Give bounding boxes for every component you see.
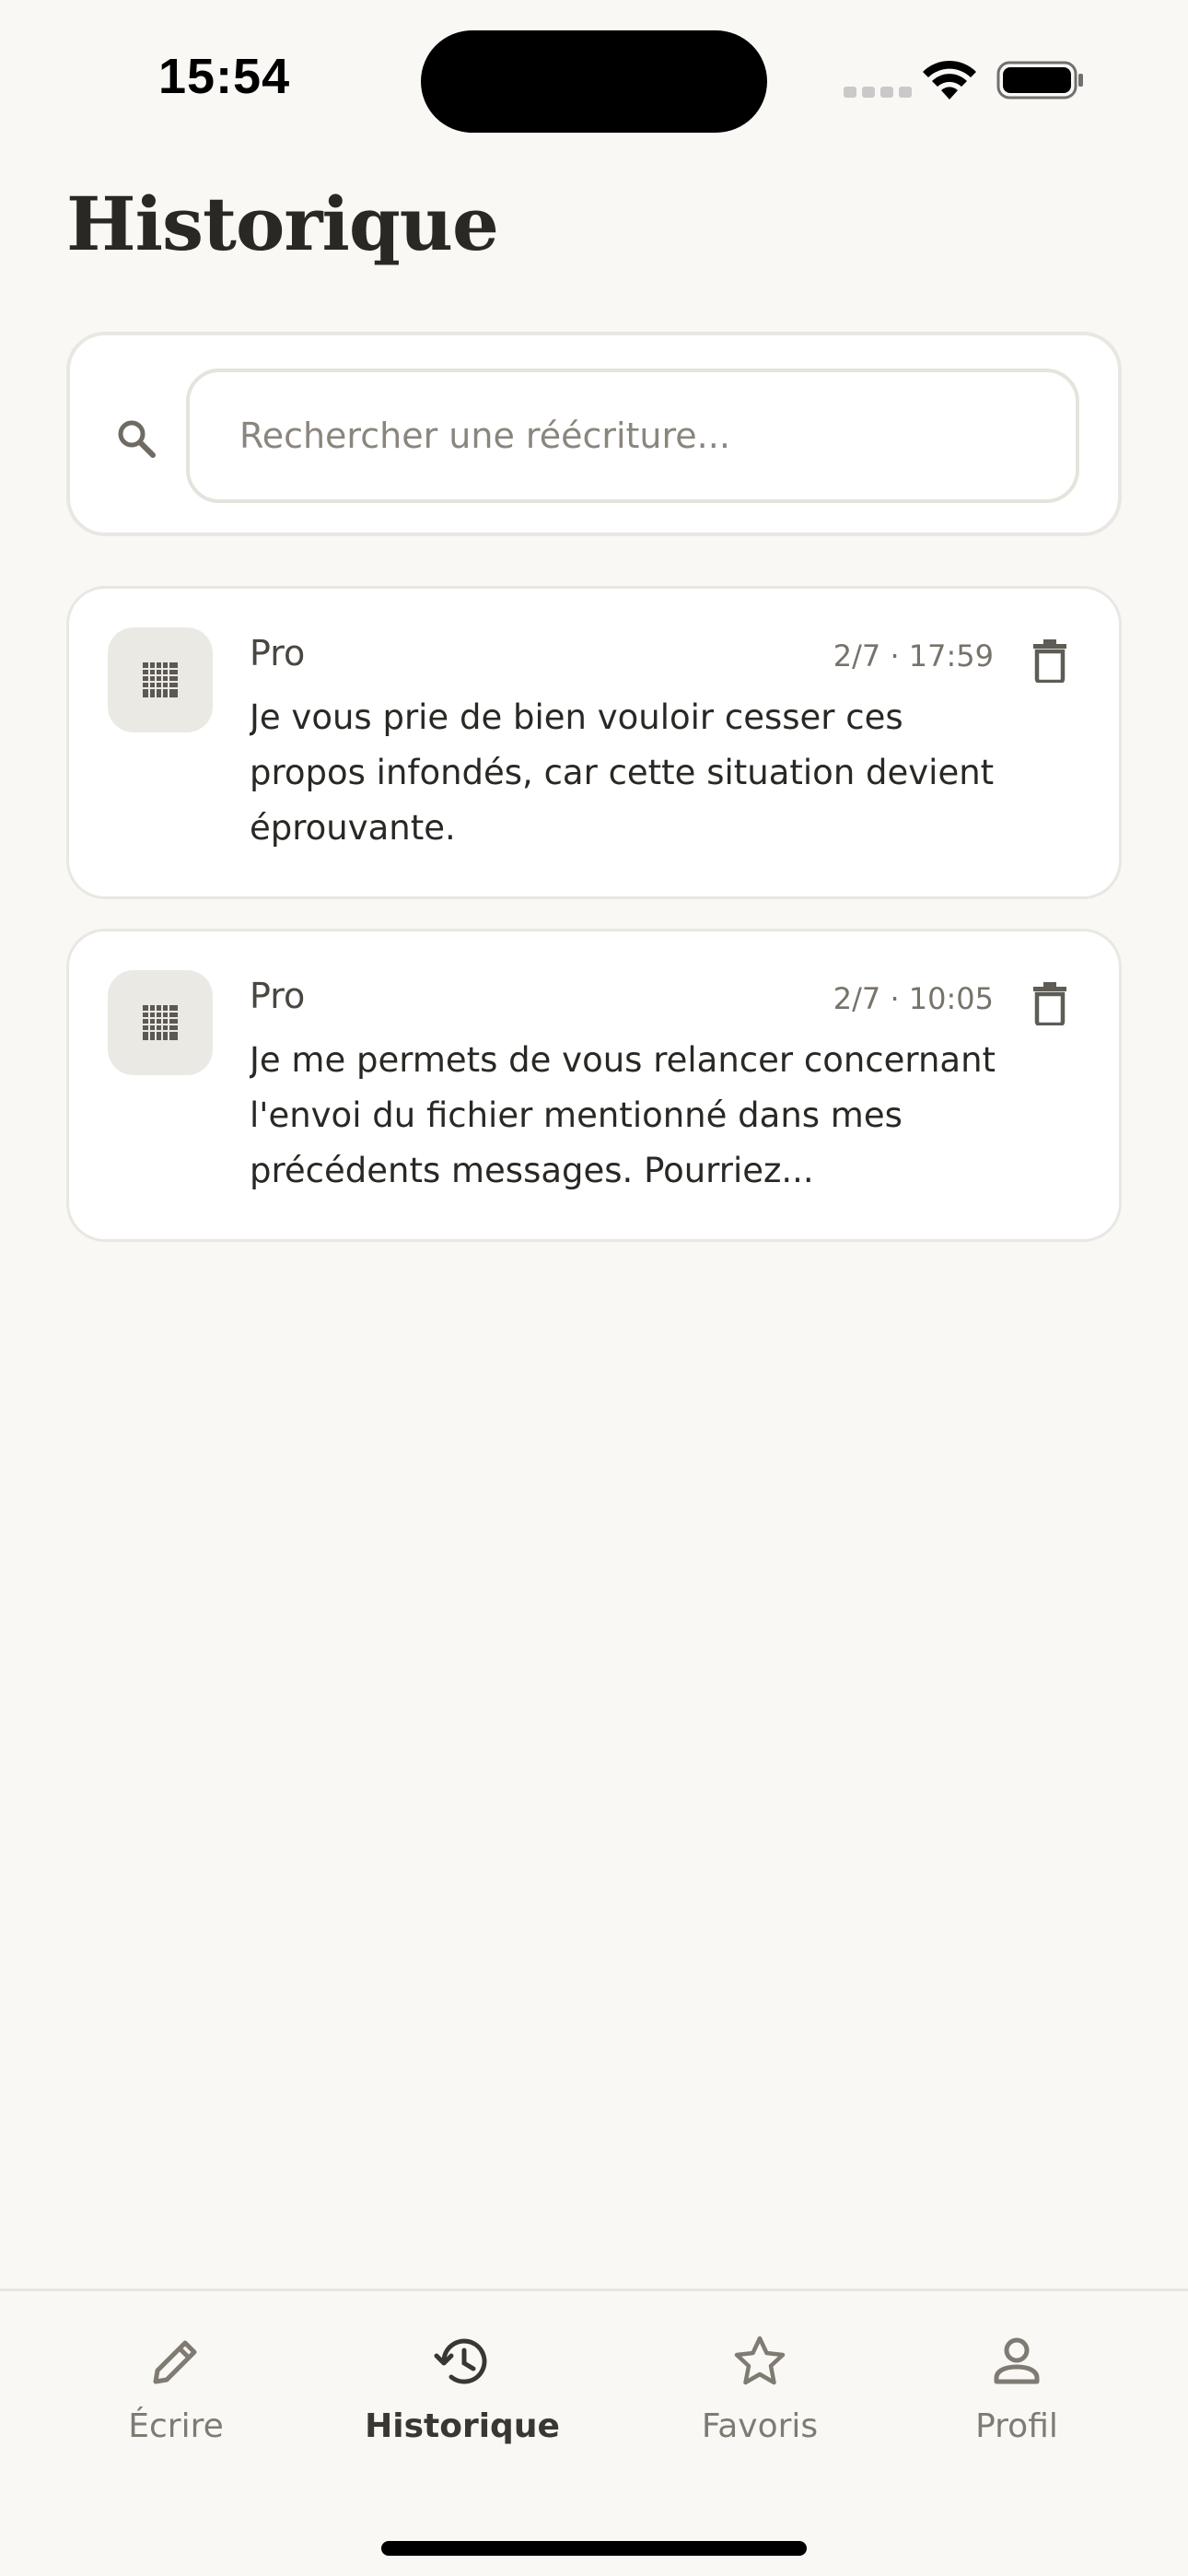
page-title: Historique: [66, 181, 499, 267]
history-item[interactable]: Pro 2/7 · 10:05 Je me permets de vous re…: [66, 929, 1122, 1242]
status-time: 15:54: [158, 49, 291, 104]
rewrite-preview: Je vous prie de bien vouloir cesser ces …: [250, 697, 995, 848]
tab-favorites[interactable]: Favoris: [649, 2332, 870, 2479]
tab-favorites-label: Favoris: [701, 2407, 819, 2445]
style-tag: Pro: [250, 976, 306, 1016]
timestamp: 2/7 · 17:59: [833, 638, 994, 673]
tab-history[interactable]: Historique: [352, 2332, 573, 2479]
style-tag: Pro: [250, 633, 306, 673]
search-icon: [118, 420, 156, 458]
trash-icon: [1033, 982, 1066, 1025]
delete-button[interactable]: [1027, 978, 1073, 1029]
history-icon: [434, 2338, 487, 2384]
grid-icon: [143, 1005, 178, 1040]
tab-profile[interactable]: Profil: [906, 2332, 1127, 2479]
history-item[interactable]: Pro 2/7 · 17:59 Je vous prie de bien vou…: [66, 586, 1122, 899]
battery-icon: [996, 61, 1083, 100]
trash-icon: [1033, 639, 1066, 683]
document-thumbnail: [108, 627, 213, 732]
cellular-signal-icon: [844, 87, 912, 98]
dynamic-island: [421, 30, 767, 133]
wifi-icon: [923, 60, 976, 100]
person-icon: [994, 2337, 1040, 2384]
delete-button[interactable]: [1027, 635, 1073, 686]
search-input[interactable]: [186, 369, 1079, 503]
history-screen: 15:54 Historique Rechercher une réécritu…: [0, 0, 1188, 2576]
grid-icon: [143, 662, 178, 697]
star-icon: [734, 2336, 786, 2385]
timestamp: 2/7 · 10:05: [833, 981, 994, 1016]
tab-history-label: Historique: [365, 2407, 560, 2445]
bottom-tab-bar: Écrire Historique Favoris Profil: [0, 2289, 1188, 2576]
tab-write-label: Écrire: [128, 2407, 224, 2445]
home-indicator: [381, 2541, 807, 2556]
tab-profile-label: Profil: [975, 2407, 1058, 2445]
pencil-icon: [153, 2340, 197, 2384]
tab-write[interactable]: Écrire: [65, 2332, 286, 2479]
document-thumbnail: [108, 970, 213, 1075]
rewrite-preview: Je me permets de vous relancer concernan…: [250, 1040, 996, 1190]
status-bar: 15:54: [0, 0, 1188, 147]
search-card: [66, 332, 1122, 536]
